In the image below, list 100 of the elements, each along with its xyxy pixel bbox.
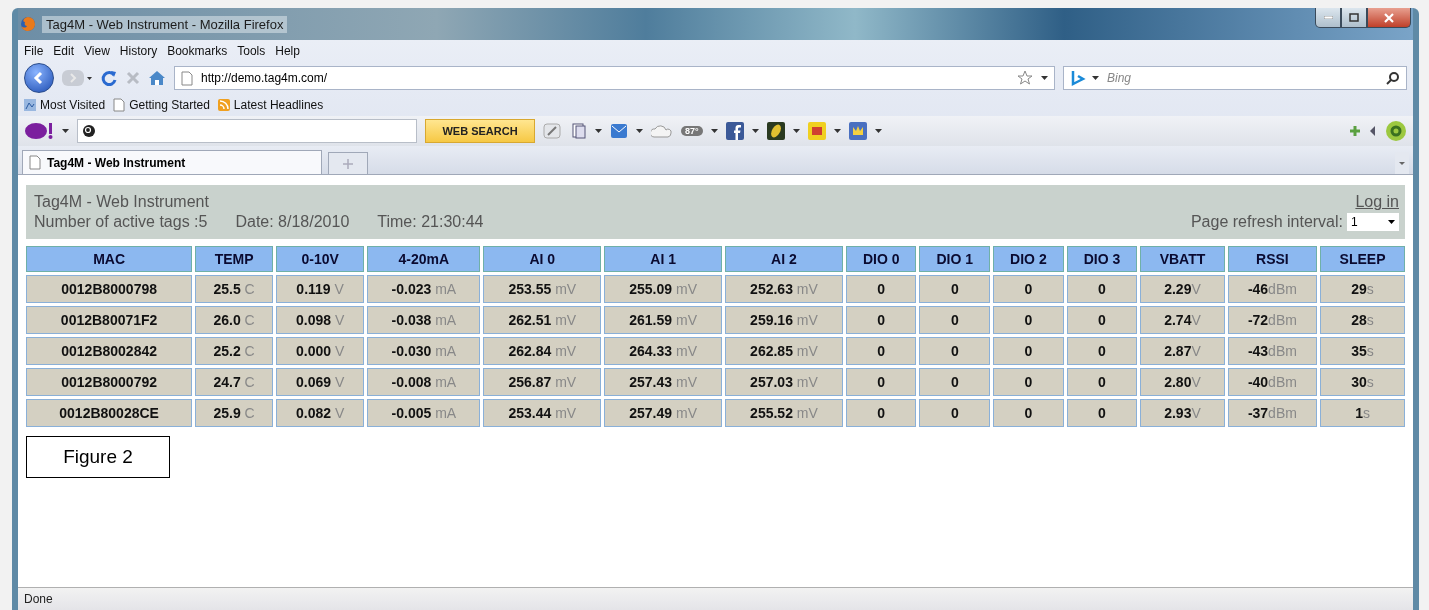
bookmark-link[interactable]: Getting Started (113, 98, 210, 112)
plus-icon[interactable] (1349, 125, 1361, 137)
table-cell: 252.63 mV (725, 275, 843, 303)
table-cell: 0 (1066, 399, 1138, 427)
menu-item[interactable]: File (24, 44, 44, 58)
table-cell: 0012B80028CE (26, 399, 193, 427)
column-header: TEMP (195, 246, 273, 272)
dropdown-caret-icon[interactable] (1092, 76, 1099, 80)
web-search-button[interactable]: WEB SEARCH (425, 119, 535, 143)
menu-item[interactable]: Edit (53, 44, 75, 58)
temperature-badge: 87° (681, 126, 703, 136)
status-text: Done (18, 587, 1413, 610)
browser-tab[interactable]: Tag4M - Web Instrument (22, 150, 322, 174)
minimize-icon (1323, 16, 1333, 19)
table-cell: 0 (919, 399, 991, 427)
dropdown-caret-icon[interactable] (1041, 76, 1048, 80)
table-cell: 24.7 C (195, 368, 273, 396)
table-cell: 0.069 V (275, 368, 365, 396)
menu-item[interactable]: Tools (237, 44, 266, 58)
table-cell: -0.030 mA (367, 337, 481, 365)
chevron-left-icon[interactable] (1369, 125, 1377, 137)
table-cell: 25.2 C (195, 337, 273, 365)
dropdown-caret-icon[interactable] (710, 129, 718, 133)
search-icon (82, 124, 96, 138)
dropdown-caret-icon[interactable] (792, 129, 800, 133)
date-text: Date: 8/18/2010 (235, 213, 350, 231)
pencil-icon[interactable] (543, 122, 563, 140)
table-cell: 0 (919, 306, 991, 334)
column-header: AI 0 (483, 246, 602, 272)
reload-icon[interactable] (100, 69, 118, 87)
table-cell: 0 (993, 399, 1064, 427)
menu-item[interactable]: View (84, 44, 110, 58)
search-icon[interactable] (1386, 71, 1400, 85)
table-cell: 0.098 V (275, 306, 365, 334)
back-button[interactable] (24, 63, 54, 93)
table-cell: 30s (1320, 368, 1405, 396)
refresh-interval-select[interactable]: 1 (1347, 213, 1399, 231)
table-cell: -72dBm (1227, 306, 1318, 334)
table-cell: 0012B8002842 (26, 337, 193, 365)
table-cell: -37dBm (1227, 399, 1318, 427)
address-bar[interactable]: http://demo.tag4m.com/ (174, 66, 1055, 90)
table-cell: 0 (1066, 368, 1138, 396)
dropdown-caret-icon[interactable] (62, 129, 69, 133)
menu-item[interactable]: History (119, 44, 158, 58)
time-text: Time: 21:30:44 (377, 213, 484, 231)
table-cell: 25.5 C (195, 275, 273, 303)
menu-item[interactable]: Help (275, 44, 300, 58)
table-cell: 28s (1320, 306, 1405, 334)
maximize-button[interactable] (1341, 8, 1367, 28)
table-cell: 1s (1320, 399, 1405, 427)
column-header: MAC (26, 246, 193, 272)
table-cell: 262.85 mV (725, 337, 843, 365)
menu-item[interactable]: Bookmarks (167, 44, 228, 58)
table-cell: 0012B80071F2 (26, 306, 193, 334)
bookmark-link[interactable]: Latest Headlines (217, 98, 324, 112)
dropdown-caret-icon[interactable] (595, 129, 602, 133)
plus-icon (343, 158, 353, 169)
dropdown-caret-icon[interactable] (833, 129, 841, 133)
table-cell: 253.44 mV (483, 399, 602, 427)
table-cell: 0.082 V (275, 399, 365, 427)
column-header: AI 2 (725, 246, 843, 272)
yahoo-search-field[interactable] (77, 119, 417, 143)
search-bar[interactable]: Bing (1063, 66, 1407, 90)
login-link[interactable]: Log in (1355, 193, 1399, 211)
dropdown-caret-icon[interactable] (751, 129, 759, 133)
bookmark-link[interactable]: Most Visited (24, 98, 106, 112)
table-cell: 2.93V (1140, 399, 1225, 427)
active-tags-count: Number of active tags :5 (34, 213, 208, 231)
refresh-interval-label: Page refresh interval: (1190, 213, 1343, 231)
page-icon[interactable] (571, 123, 587, 139)
table-cell: -0.005 mA (367, 399, 481, 427)
table-cell: 0 (919, 275, 991, 303)
table-cell: 2.80V (1140, 368, 1225, 396)
table-cell: 257.49 mV (604, 399, 723, 427)
firefox-logo-icon (20, 16, 36, 32)
table-cell: 256.87 mV (483, 368, 602, 396)
table-cell: -43dBm (1227, 337, 1318, 365)
figure-label: Figure 2 (26, 436, 170, 478)
table-cell: -40dBm (1227, 368, 1318, 396)
table-cell: 0012B8000798 (26, 275, 193, 303)
table-cell: 261.59 mV (604, 306, 723, 334)
minimize-button[interactable] (1315, 8, 1341, 28)
mail-icon[interactable] (610, 123, 628, 139)
dropdown-caret-icon[interactable] (636, 129, 643, 133)
maximize-icon (1349, 13, 1359, 22)
search-engine-logo-icon[interactable] (1070, 70, 1086, 86)
dropdown-caret-icon[interactable] (874, 129, 882, 133)
page-icon (29, 155, 41, 170)
table-cell: 0 (845, 306, 917, 334)
rss-icon (217, 99, 230, 111)
table-cell: 0012B8000792 (26, 368, 193, 396)
star-icon[interactable] (1017, 70, 1033, 86)
window-title: Tag4M - Web Instrument - Mozilla Firefox (42, 15, 288, 33)
yahoo-logo-icon[interactable] (24, 122, 54, 140)
column-header: AI 1 (604, 246, 723, 272)
home-icon[interactable] (148, 70, 166, 86)
crown-icon[interactable] (848, 122, 867, 140)
facebook-icon[interactable] (725, 122, 744, 140)
close-button[interactable] (1367, 8, 1411, 28)
page-icon (113, 98, 126, 112)
